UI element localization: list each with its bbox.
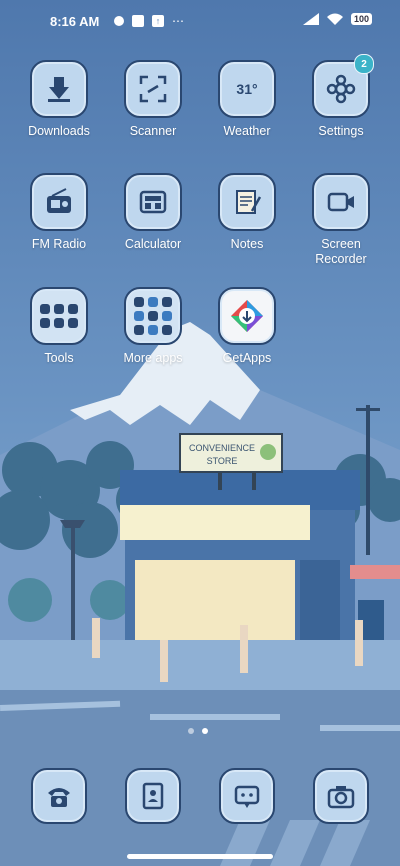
dock-camera[interactable]: [294, 768, 388, 824]
upload-icon: ↑: [152, 15, 164, 27]
folder-tools[interactable]: Tools: [12, 287, 106, 366]
weather-temp: 31°: [236, 81, 258, 97]
app-label: Calculator: [124, 237, 182, 251]
app-downloads[interactable]: Downloads: [12, 60, 106, 139]
app-notes[interactable]: Notes: [200, 173, 294, 252]
clock: 8:16 AM: [50, 14, 100, 29]
screen-recorder-icon: [312, 173, 370, 231]
store-sign-line2: STORE: [207, 456, 238, 466]
page-indicator[interactable]: [188, 728, 208, 734]
app-calculator[interactable]: Calculator: [106, 173, 200, 252]
app-label: FM Radio: [31, 237, 87, 251]
settings-icon: 2: [312, 54, 374, 118]
app-scanner[interactable]: Scanner: [106, 60, 200, 139]
more-dots-icon: ⋯: [172, 14, 184, 28]
download-icon: [30, 60, 88, 118]
dock-messages[interactable]: [200, 768, 294, 824]
notification-badge: 2: [354, 54, 374, 74]
camera-icon: [313, 768, 369, 824]
cellular-signal-icon: [302, 13, 319, 25]
store-sign-line1: CONVENIENCE: [189, 443, 255, 453]
home-indicator[interactable]: [127, 854, 273, 859]
app-settings[interactable]: 2 Settings: [294, 54, 388, 139]
calculator-icon: [124, 173, 182, 231]
app-label: Screen Recorder: [315, 237, 367, 266]
getapps-icon: [218, 287, 276, 345]
app-getapps[interactable]: GetApps: [200, 287, 294, 366]
phone-icon: [31, 768, 87, 824]
folder-icon: [124, 287, 182, 345]
dock-phone[interactable]: [12, 768, 106, 824]
app-label: Weather: [223, 124, 271, 138]
app-label: GetApps: [222, 351, 272, 365]
app-label: Settings: [318, 124, 364, 138]
page-dot[interactable]: [188, 728, 194, 734]
data-saver-icon: [114, 16, 124, 26]
wifi-icon: [326, 13, 343, 25]
contacts-icon: [125, 768, 181, 824]
notes-icon: [218, 173, 276, 231]
scanner-icon: [124, 60, 182, 118]
app-label: Notes: [230, 237, 264, 251]
app-fm-radio[interactable]: FM Radio: [12, 173, 106, 252]
status-bar: 8:16 AM ↑ ⋯ 100: [0, 0, 400, 44]
page-dot-active[interactable]: [202, 728, 208, 734]
app-screen-recorder[interactable]: Screen Recorder: [294, 173, 388, 267]
app-label: More apps: [123, 351, 183, 365]
folder-icon: [30, 287, 88, 345]
weather-icon: 31°: [218, 60, 276, 118]
app-label: Downloads: [28, 124, 90, 138]
radio-icon: [30, 173, 88, 231]
dock-contacts[interactable]: [106, 768, 200, 824]
app-label: Tools: [44, 351, 74, 365]
app-label: Scanner: [129, 124, 177, 138]
notification-square-icon: [132, 15, 144, 27]
battery-icon: 100: [350, 13, 372, 25]
messages-icon: [219, 768, 275, 824]
folder-more-apps[interactable]: More apps: [106, 287, 200, 366]
app-weather[interactable]: 31° Weather: [200, 60, 294, 139]
